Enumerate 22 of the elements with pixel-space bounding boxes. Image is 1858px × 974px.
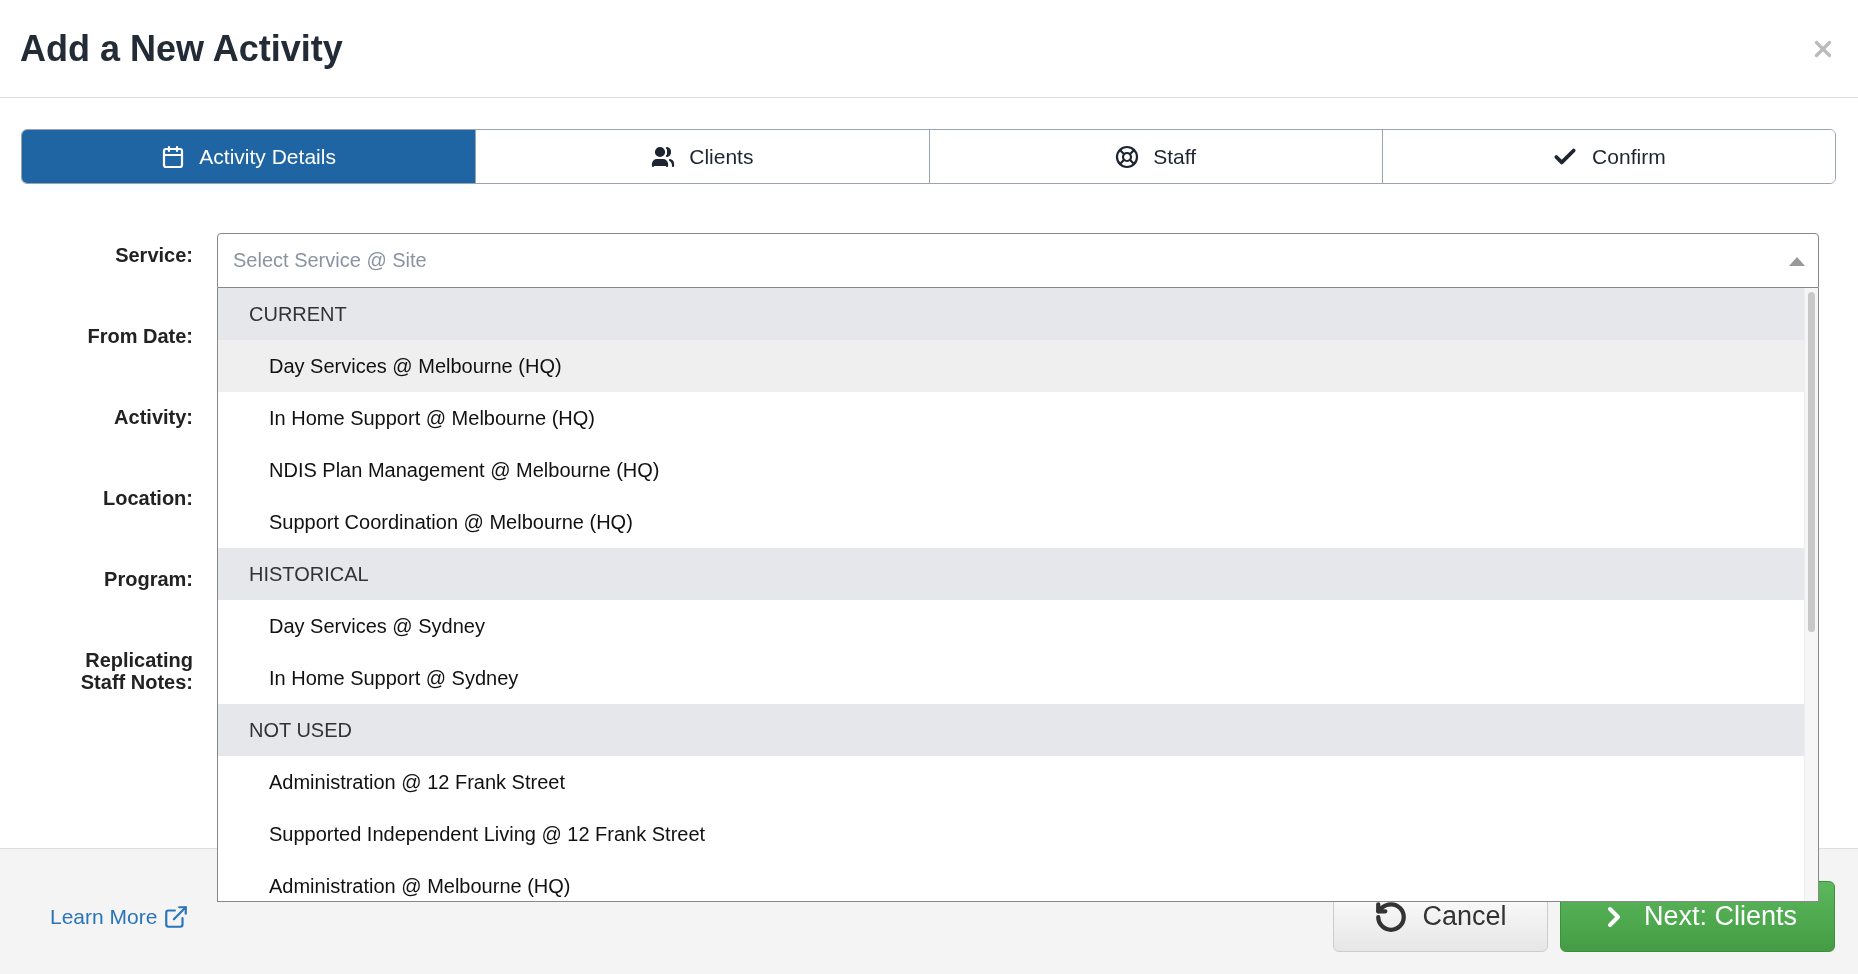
field-label: From Date: [87, 325, 193, 349]
learn-more-link[interactable]: Learn More [50, 903, 190, 930]
calendar-icon [161, 144, 186, 169]
field-label: Activity: [114, 406, 193, 430]
field-label: Replicating Staff Notes: [79, 649, 193, 695]
group-heading: HISTORICAL [218, 548, 1804, 600]
people-icon [651, 144, 676, 169]
caret-icon [1789, 256, 1805, 266]
scrollbar[interactable] [1804, 288, 1818, 901]
step-tab[interactable]: Activity Details [22, 130, 476, 183]
dialog-title: Add a New Activity [20, 27, 343, 70]
group-heading: NOT USED [218, 704, 1804, 756]
group-heading: CURRENT [218, 288, 1804, 340]
service-select[interactable]: Select Service @ Site [217, 233, 1819, 288]
field-label: Program: [104, 568, 193, 592]
lifebuoy-icon [1115, 144, 1140, 169]
service-option[interactable]: Day Services @ Melbourne (HQ) [218, 340, 1804, 392]
field-label: Location: [103, 487, 193, 511]
field-label: Service: [115, 244, 193, 268]
undo-icon [1374, 899, 1409, 934]
step-tab[interactable]: Confirm [1381, 130, 1835, 183]
external-link-icon [163, 903, 190, 930]
